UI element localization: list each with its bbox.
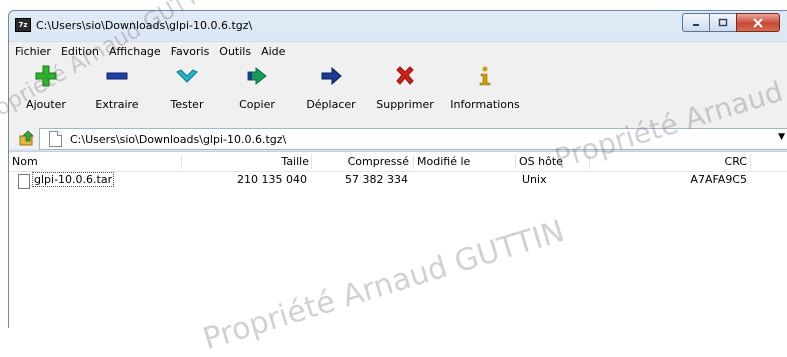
test-label: Tester <box>170 98 204 111</box>
window-title: C:\Users\sio\Downloads\glpi-10.0.6.tgz\ <box>36 18 253 32</box>
column-header-modified[interactable]: Modifié le <box>417 155 470 168</box>
plus-icon <box>35 65 57 87</box>
menu-outils[interactable]: Outils <box>214 45 256 58</box>
file-name[interactable]: glpi-10.0.6.tar <box>32 172 115 187</box>
file-crc: A7AFA9C5 <box>690 173 747 186</box>
info-icon <box>474 65 496 87</box>
arrow-right-icon <box>320 65 342 87</box>
menu-fichier[interactable]: Fichier <box>9 45 56 58</box>
delete-label: Supprimer <box>376 98 434 111</box>
copy-button[interactable]: Copier <box>215 59 299 111</box>
file-list: Nom Taille Compressé Modifié le OS hôte … <box>9 151 787 328</box>
close-button[interactable] <box>736 13 780 32</box>
minus-icon <box>106 65 128 87</box>
minimize-button[interactable] <box>682 13 710 32</box>
double-arrow-icon <box>246 65 268 87</box>
table-row[interactable]: glpi-10.0.6.tar 210 135 040 57 382 334 U… <box>9 172 787 190</box>
minimize-icon <box>693 23 699 26</box>
app-window: 7z C:\Users\sio\Downloads\glpi-10.0.6.tg… <box>8 10 787 328</box>
column-header-size[interactable]: Taille <box>229 155 309 168</box>
file-icon <box>18 174 30 189</box>
7zip-logo-icon: 7z <box>15 18 31 32</box>
copy-label: Copier <box>239 98 275 111</box>
document-icon <box>49 131 62 147</box>
file-host-os: Unix <box>522 173 547 186</box>
menu-affichage[interactable]: Affichage <box>104 45 166 58</box>
close-icon <box>753 17 763 28</box>
info-button[interactable]: Informations <box>447 59 523 111</box>
window-controls <box>682 13 780 32</box>
column-header-name[interactable]: Nom <box>12 155 38 168</box>
maximize-button[interactable] <box>709 13 737 32</box>
move-label: Déplacer <box>306 98 356 111</box>
title-bar[interactable]: 7z C:\Users\sio\Downloads\glpi-10.0.6.tg… <box>9 11 787 39</box>
add-label: Ajouter <box>26 98 66 111</box>
column-header-packed[interactable]: Compressé <box>329 155 409 168</box>
extract-label: Extraire <box>95 98 139 111</box>
add-button[interactable]: Ajouter <box>17 59 75 111</box>
check-chevron-icon <box>176 65 198 87</box>
toolbar: Ajouter Extraire Tester Copier Déplacer <box>9 59 787 127</box>
column-header-row: Nom Taille Compressé Modifié le OS hôte … <box>9 152 787 172</box>
column-divider[interactable] <box>750 155 751 169</box>
column-divider[interactable] <box>515 155 516 169</box>
column-header-crc[interactable]: CRC <box>649 155 747 168</box>
column-divider[interactable] <box>413 155 414 169</box>
x-icon <box>394 65 416 87</box>
move-button[interactable]: Déplacer <box>299 59 363 111</box>
column-divider[interactable] <box>311 155 312 169</box>
file-packed: 57 382 334 <box>345 173 408 186</box>
address-field[interactable]: C:\Users\sio\Downloads\glpi-10.0.6.tgz\ … <box>39 128 787 150</box>
folder-up-button[interactable] <box>19 130 35 146</box>
menu-bar: Fichier Edition Affichage Favoris Outils… <box>9 41 787 60</box>
folder-up-icon <box>19 130 34 146</box>
menu-aide[interactable]: Aide <box>256 45 290 58</box>
column-header-host-os[interactable]: OS hôte <box>519 155 563 168</box>
file-size: 210 135 040 <box>237 173 307 186</box>
address-bar: C:\Users\sio\Downloads\glpi-10.0.6.tgz\ … <box>9 127 787 150</box>
info-label: Informations <box>450 98 520 111</box>
delete-button[interactable]: Supprimer <box>363 59 447 111</box>
menu-edition[interactable]: Edition <box>56 45 104 58</box>
column-divider[interactable] <box>589 155 590 169</box>
maximize-icon <box>718 18 728 26</box>
column-divider[interactable] <box>181 155 182 169</box>
address-dropdown-icon[interactable]: ▼ <box>778 132 785 142</box>
test-button[interactable]: Tester <box>159 59 215 111</box>
extract-button[interactable]: Extraire <box>75 59 159 111</box>
address-path: C:\Users\sio\Downloads\glpi-10.0.6.tgz\ <box>70 132 287 146</box>
menu-favoris[interactable]: Favoris <box>166 45 215 58</box>
